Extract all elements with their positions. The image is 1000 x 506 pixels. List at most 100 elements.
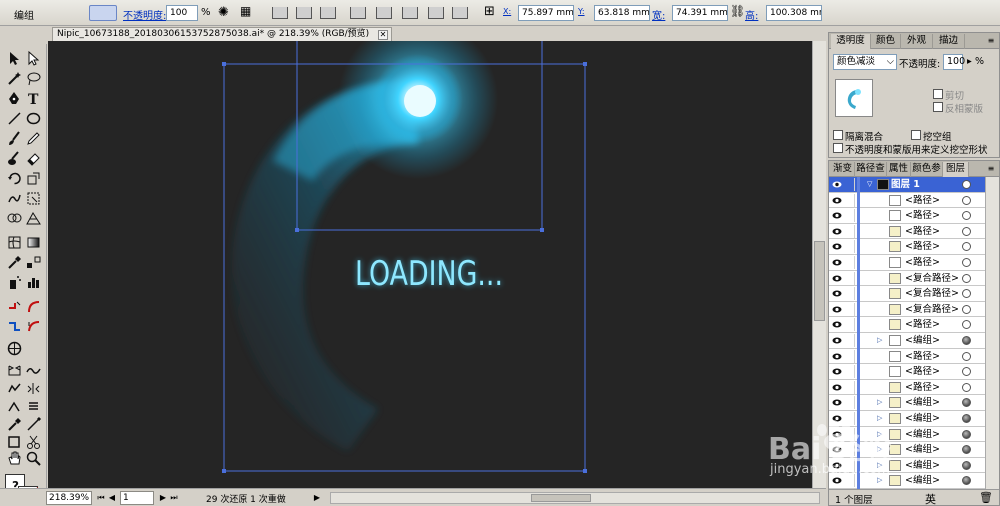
recolor-icon[interactable]: ✺ — [218, 5, 229, 20]
layer-item-row[interactable]: ▷ <编组> — [829, 333, 985, 349]
item-name[interactable]: <路径> — [905, 209, 940, 222]
page-select[interactable]: 1 — [120, 491, 154, 505]
visibility-eye-icon[interactable] — [832, 274, 842, 283]
layer-item-row[interactable]: <路径> — [829, 255, 985, 271]
artboard-canvas[interactable]: LOADING... LOADING... — [48, 41, 812, 488]
lock-toggle[interactable] — [845, 349, 855, 363]
tab-attributes[interactable]: 属性 — [887, 162, 911, 177]
handle-bottom-right[interactable] — [583, 469, 587, 473]
layer-item-row[interactable]: <复合路径> — [829, 270, 985, 287]
warp-tool-icon[interactable] — [6, 190, 23, 207]
target-icon[interactable] — [962, 351, 971, 361]
blend-tool-icon[interactable] — [25, 254, 42, 271]
lock-toggle[interactable] — [845, 396, 855, 410]
magic-wand-tool-icon[interactable] — [6, 70, 23, 87]
target-icon[interactable] — [962, 476, 971, 486]
pen-tool-icon[interactable] — [6, 90, 23, 107]
reflect-tool-icon[interactable] — [25, 380, 42, 397]
rotate-tool-icon[interactable] — [6, 170, 23, 187]
scale-tool-icon[interactable] — [25, 170, 42, 187]
invert-mask-checkbox[interactable] — [933, 102, 943, 112]
prev-page-icon[interactable]: ◀ — [107, 492, 117, 504]
line-tool-icon[interactable] — [6, 110, 23, 127]
item-name[interactable]: <路径> — [905, 318, 940, 331]
lock-toggle[interactable] — [845, 318, 855, 332]
tab-color[interactable]: 颜色 — [871, 34, 901, 49]
menu-lines-icon[interactable] — [25, 398, 42, 415]
canvas-horizontal-scrollbar[interactable] — [330, 492, 820, 504]
layer-name[interactable]: 图层 1 — [891, 178, 920, 191]
lock-toggle[interactable] — [845, 365, 855, 379]
artboard-tool-icon[interactable] — [6, 298, 23, 315]
first-page-icon[interactable]: ⏮ — [96, 492, 106, 504]
lock-toggle[interactable] — [845, 224, 855, 238]
target-icon[interactable] — [962, 382, 971, 392]
target-icon[interactable] — [962, 273, 971, 283]
visibility-eye-icon[interactable] — [832, 258, 842, 267]
visibility-eye-icon[interactable] — [832, 320, 842, 329]
pucker-tool-icon[interactable] — [6, 380, 23, 397]
mesh-tool-icon[interactable] — [6, 234, 23, 251]
visibility-eye-icon[interactable] — [832, 289, 842, 298]
expand-layer-icon[interactable]: ▽ — [867, 180, 872, 188]
height-input[interactable]: 100.308 mm — [766, 5, 822, 21]
target-icon[interactable] — [962, 226, 971, 236]
handle-sel-bottom-right[interactable] — [540, 228, 544, 232]
item-name[interactable]: <路径> — [905, 365, 940, 378]
item-name[interactable]: <复合路径> — [905, 272, 959, 285]
visibility-eye-icon[interactable] — [832, 227, 842, 236]
type-tool-icon[interactable]: T — [25, 90, 42, 108]
target-icon[interactable] — [962, 414, 971, 423]
paintbrush-tool-icon[interactable] — [6, 130, 23, 147]
layer-item-row[interactable]: <路径> — [829, 317, 985, 333]
target-icon[interactable] — [962, 320, 971, 330]
target-icon[interactable] — [962, 367, 971, 377]
visibility-eye-icon[interactable] — [832, 367, 842, 376]
handle-sel-bottom-left[interactable] — [295, 228, 299, 232]
opacity-mask-knockout-checkbox[interactable] — [833, 143, 843, 153]
visibility-eye-icon[interactable] — [832, 211, 842, 220]
lock-toggle[interactable] — [845, 380, 855, 394]
layers-scrollbar[interactable] — [985, 177, 999, 489]
hand-tool-icon[interactable] — [6, 450, 23, 467]
layer-item-row[interactable]: ▷ <编组> — [829, 395, 985, 411]
target-icon[interactable] — [962, 289, 971, 299]
handle-bottom-left[interactable] — [222, 469, 226, 473]
layers-panel-menu-icon[interactable]: ≡ — [985, 164, 997, 174]
distribute-icon[interactable] — [428, 7, 444, 19]
item-name[interactable]: <路径> — [905, 350, 940, 363]
layer-item-row[interactable]: <路径> — [829, 223, 985, 240]
layer-item-row[interactable]: <路径> — [829, 239, 985, 255]
globe-tool-icon[interactable] — [6, 340, 23, 357]
align-left-icon[interactable] — [272, 7, 288, 19]
graph-tool-icon[interactable] — [25, 274, 42, 291]
width-input[interactable]: 74.391 mm — [672, 5, 728, 21]
tab-gradient[interactable]: 渐变 — [831, 162, 855, 177]
stroke-fill-swatch[interactable] — [89, 5, 117, 21]
tab-appearance[interactable]: 外观 — [901, 34, 933, 49]
canvas-horizontal-scroll-thumb[interactable] — [531, 494, 591, 502]
handle-top-right[interactable] — [583, 62, 587, 66]
target-icon[interactable] — [962, 398, 971, 408]
shape-builder-tool-icon[interactable] — [6, 210, 23, 227]
layer-item-row[interactable]: <路径> — [829, 379, 985, 396]
lock-toggle[interactable] — [845, 193, 855, 207]
width-tool-icon[interactable] — [6, 318, 23, 335]
align-bottom-icon[interactable] — [402, 7, 418, 19]
clip-checkbox[interactable] — [933, 89, 943, 99]
panel-opacity-input[interactable]: 100 — [943, 54, 965, 70]
layer-item-row[interactable]: <复合路径> — [829, 301, 985, 318]
lasso-tool-icon[interactable] — [25, 70, 42, 87]
reference-point-icon[interactable]: ▦ — [240, 4, 251, 18]
symbol-sprayer-tool-icon[interactable] — [6, 274, 23, 291]
x-position-input[interactable]: 75.897 mm — [518, 5, 574, 21]
item-name[interactable]: <编组> — [905, 334, 940, 347]
lock-toggle[interactable] — [845, 271, 855, 285]
zoom-select[interactable]: 218.39% — [46, 491, 92, 505]
visibility-eye-icon[interactable] — [832, 242, 842, 251]
align-right-icon[interactable] — [320, 7, 336, 19]
wave-tool-icon[interactable] — [25, 362, 42, 379]
tab-color-guide[interactable]: 颜色参 — [911, 162, 943, 177]
layer-item-row[interactable]: <路径> — [829, 348, 985, 365]
target-icon[interactable] — [962, 304, 971, 314]
